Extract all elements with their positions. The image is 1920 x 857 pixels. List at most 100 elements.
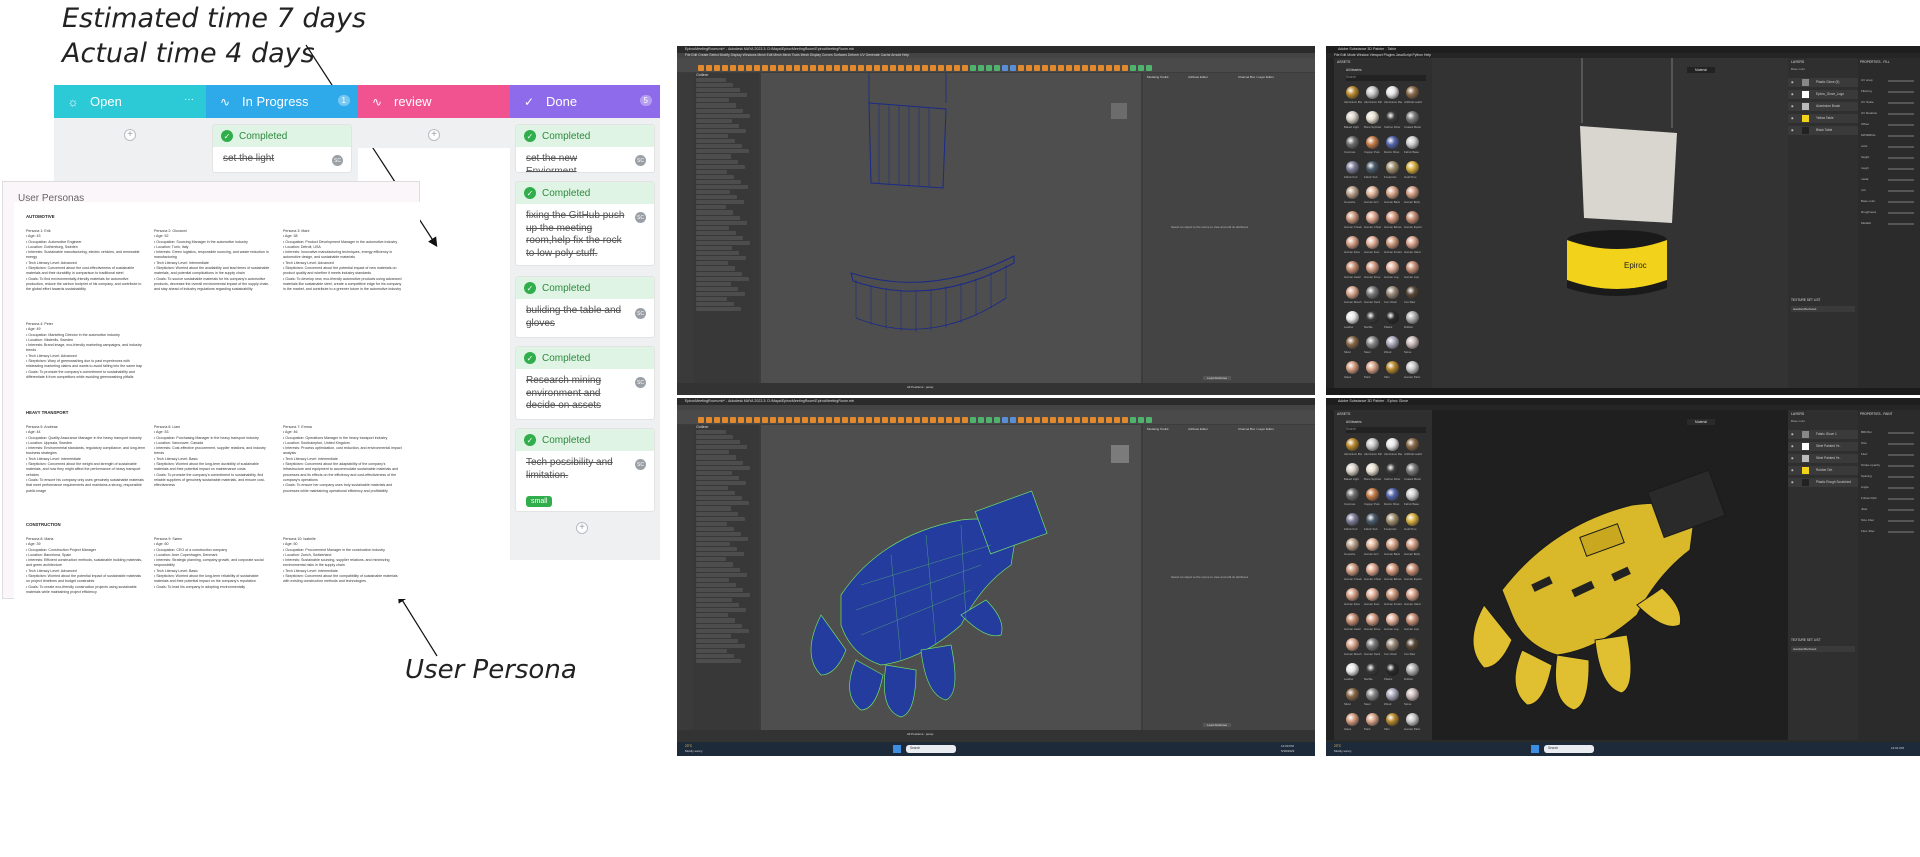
task-card[interactable]: ✓ Completed set the new Enviorment SC (515, 124, 655, 173)
material-thumbnail[interactable] (1386, 136, 1399, 149)
material-thumbnail[interactable] (1346, 161, 1359, 174)
material-thumbnail[interactable] (1386, 186, 1399, 199)
tool-strip[interactable] (1326, 410, 1334, 740)
material-thumbnail[interactable] (1386, 488, 1399, 501)
material-thumbnail[interactable] (1366, 211, 1379, 224)
material-thumbnail[interactable] (1346, 111, 1359, 124)
property-slider[interactable] (1888, 80, 1914, 82)
layer-item[interactable]: ◉ Epiroc_Glove_Logo (1788, 90, 1858, 99)
visibility-icon[interactable]: ◉ (1791, 128, 1794, 132)
attribute-editor-panel[interactable]: Modeling Toolkit Attribute Editor Channe… (1143, 425, 1315, 730)
texture-set-item[interactable]: standardSurface1 (1791, 306, 1855, 312)
layers-panel[interactable]: LAYERS Base color ◉ Plastic Glove (5) ◉ Epi… (1788, 58, 1858, 388)
material-thumbnail[interactable] (1366, 488, 1379, 501)
layer-item[interactable]: ◉ Plastic Rough Scratched (1788, 478, 1858, 487)
taskbar-search[interactable]: Search (1544, 745, 1594, 753)
property-slider[interactable] (1888, 102, 1914, 104)
material-thumbnail[interactable] (1406, 86, 1419, 99)
material-thumbnail[interactable] (1346, 438, 1359, 451)
tool-strip[interactable] (1326, 58, 1334, 395)
material-thumbnail[interactable] (1366, 311, 1379, 324)
task-card[interactable]: ✓ Completed set the light SC (212, 124, 352, 173)
column-review-header[interactable]: ∿ review (358, 85, 510, 118)
painter-viewport-top[interactable]: Material Epiroc (1432, 58, 1788, 388)
property-slider[interactable] (1888, 157, 1914, 159)
assets-search[interactable]: Search (1346, 75, 1426, 81)
maya-window-top[interactable]: EpirocMeetingRoom.mb* - Autodesk MAYA 20… (677, 46, 1315, 395)
material-thumbnail[interactable] (1386, 438, 1399, 451)
material-thumbnail[interactable] (1346, 86, 1359, 99)
layer-item[interactable]: ◉ Plastic Glove (5) (1788, 78, 1858, 87)
material-thumbnail[interactable] (1386, 361, 1399, 374)
texture-set-item[interactable]: standardSurface1 (1791, 646, 1855, 652)
material-thumbnail[interactable] (1406, 538, 1419, 551)
column-open-header[interactable]: ☼ Open ··· (54, 85, 206, 118)
material-thumbnail[interactable] (1346, 336, 1359, 349)
viewport-mode-select[interactable]: Material (1687, 419, 1716, 425)
layer-item[interactable]: ◉ Yellow Table (1788, 114, 1858, 123)
material-thumbnail[interactable] (1406, 161, 1419, 174)
material-thumbnail[interactable] (1366, 563, 1379, 576)
layer-item[interactable]: ◉ Black Table (1788, 126, 1858, 135)
material-thumbnail[interactable] (1346, 136, 1359, 149)
outliner-panel[interactable]: Outliner (693, 425, 759, 730)
material-thumbnail[interactable] (1386, 513, 1399, 526)
material-thumbnail[interactable] (1346, 513, 1359, 526)
material-thumbnail[interactable] (1406, 261, 1419, 274)
toolbox[interactable] (677, 73, 692, 383)
visibility-icon[interactable]: ◉ (1791, 432, 1794, 436)
material-thumbnail[interactable] (1386, 311, 1399, 324)
material-thumbnail[interactable] (1406, 563, 1419, 576)
material-thumbnail[interactable] (1366, 638, 1379, 651)
viewport-mode-select[interactable]: Material (1687, 67, 1716, 73)
material-thumbnail[interactable] (1366, 361, 1379, 374)
material-thumbnail[interactable] (1406, 211, 1419, 224)
windows-taskbar[interactable]: 23°C Mostly sunny Search 12:01 PM (1326, 742, 1920, 756)
material-thumbnail[interactable] (1386, 713, 1399, 726)
material-thumbnail[interactable] (1346, 361, 1359, 374)
material-thumbnail[interactable] (1406, 513, 1419, 526)
property-slider[interactable] (1888, 454, 1914, 456)
material-thumbnail[interactable] (1406, 438, 1419, 451)
material-thumbnail[interactable] (1366, 538, 1379, 551)
property-slider[interactable] (1888, 91, 1914, 93)
toolbox[interactable] (677, 425, 692, 730)
material-thumbnail[interactable] (1386, 261, 1399, 274)
start-icon[interactable] (1531, 745, 1539, 753)
material-thumbnail[interactable] (1366, 438, 1379, 451)
material-thumbnail[interactable] (1346, 563, 1359, 576)
material-thumbnail[interactable] (1406, 588, 1419, 601)
property-slider[interactable] (1888, 135, 1914, 137)
painter-window-bottom[interactable]: Adobe Substance 3D Painter - Epiroc Glov… (1326, 398, 1920, 756)
task-card[interactable]: ✓ Completed buliding the table and gloves… (515, 276, 655, 338)
material-thumbnail[interactable] (1386, 111, 1399, 124)
property-slider[interactable] (1888, 487, 1914, 489)
material-thumbnail[interactable] (1386, 638, 1399, 651)
material-thumbnail[interactable] (1406, 613, 1419, 626)
painter-window-top[interactable]: Adobe Substance 3D Painter - Table File … (1326, 46, 1920, 395)
layers-panel[interactable]: LAYERS Base color ◉ Fabric Glove 1 ◉ Steel … (1788, 410, 1858, 740)
material-thumbnail[interactable] (1366, 513, 1379, 526)
property-slider[interactable] (1888, 223, 1914, 225)
material-thumbnail[interactable] (1406, 236, 1419, 249)
column-in-progress-header[interactable]: ∿ In Progress 1 (206, 85, 358, 118)
material-thumbnail[interactable] (1386, 336, 1399, 349)
assets-panel[interactable]: ASSETS All libraries Search Aluminium Br… (1334, 58, 1432, 388)
property-slider[interactable] (1888, 531, 1914, 533)
outliner-panel[interactable]: Outliner (693, 73, 759, 383)
layer-item[interactable]: ◉ Aluminium Brush (1788, 102, 1858, 111)
visibility-icon[interactable]: ◉ (1791, 444, 1794, 448)
property-slider[interactable] (1888, 113, 1914, 115)
material-thumbnail[interactable] (1346, 463, 1359, 476)
property-slider[interactable] (1888, 443, 1914, 445)
material-thumbnail[interactable] (1406, 136, 1419, 149)
material-thumbnail[interactable] (1366, 261, 1379, 274)
visibility-icon[interactable]: ◉ (1791, 456, 1794, 460)
property-slider[interactable] (1888, 168, 1914, 170)
material-thumbnail[interactable] (1366, 86, 1379, 99)
visibility-icon[interactable]: ◉ (1791, 480, 1794, 484)
start-icon[interactable] (893, 745, 901, 753)
material-thumbnail[interactable] (1346, 638, 1359, 651)
material-thumbnail[interactable] (1386, 236, 1399, 249)
material-thumbnail[interactable] (1406, 638, 1419, 651)
